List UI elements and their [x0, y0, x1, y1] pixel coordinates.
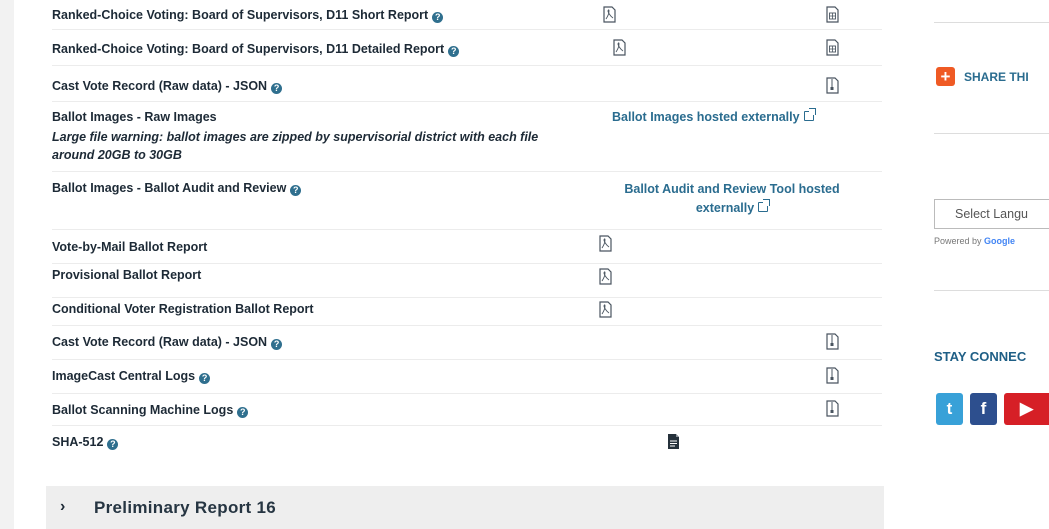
share-label: SHARE THI: [964, 70, 1029, 84]
question-icon[interactable]: ?: [237, 407, 249, 418]
row-label: SHA-512?: [52, 435, 119, 450]
audit-tool-external-link[interactable]: Ballot Audit and Review Tool hosted exte…: [602, 180, 862, 218]
row-label: Cast Vote Record (Raw data) - JSON?: [52, 335, 283, 350]
row-label: Ballot Images - Ballot Audit and Review?: [52, 181, 302, 196]
table-row: Ballot Images - Raw Images Large file wa…: [52, 102, 882, 172]
table-row: Ballot Images - Ballot Audit and Review?…: [52, 172, 882, 230]
zip-icon[interactable]: [826, 77, 839, 94]
row-label: Provisional Ballot Report: [52, 268, 202, 282]
row-label: ImageCast Central Logs?: [52, 369, 211, 384]
table-row: Ranked-Choice Voting: Board of Superviso…: [52, 30, 882, 66]
left-border: [0, 0, 14, 529]
language-select[interactable]: Select Langu: [934, 199, 1049, 229]
powered-by-google: Powered by Google: [934, 236, 1016, 246]
plus-icon: +: [936, 67, 955, 86]
pdf-icon[interactable]: [599, 268, 612, 285]
zip-icon[interactable]: [826, 367, 839, 384]
facebook-icon[interactable]: f: [970, 393, 997, 425]
question-icon[interactable]: ?: [271, 83, 283, 94]
table-row: Vote-by-Mail Ballot Report: [52, 230, 882, 264]
google-logo: Google: [984, 236, 1016, 246]
accordion-title: Preliminary Report 16: [94, 498, 277, 517]
spreadsheet-icon[interactable]: [826, 39, 839, 56]
divider: [934, 133, 1049, 134]
pdf-icon[interactable]: [603, 6, 616, 23]
stay-connected-heading: STAY CONNEC: [934, 349, 1027, 364]
question-icon[interactable]: ?: [448, 46, 460, 57]
zip-icon[interactable]: [826, 333, 839, 350]
pdf-icon[interactable]: [599, 301, 612, 318]
table-row: Ranked-Choice Voting: Board of Superviso…: [52, 0, 882, 30]
external-link-icon: [803, 108, 816, 121]
row-label: Cast Vote Record (Raw data) - JSON?: [52, 79, 283, 94]
table-row: Ballot Scanning Machine Logs?: [52, 394, 882, 426]
row-label: Ranked-Choice Voting: Board of Superviso…: [52, 42, 460, 57]
pdf-icon[interactable]: [599, 235, 612, 252]
table-row: Cast Vote Record (Raw data) - JSON?: [52, 66, 882, 102]
file-size-warning: Large file warning: ballot images are zi…: [52, 130, 539, 162]
external-link-icon: [758, 199, 771, 212]
row-label: Ballot Images - Raw Images: [52, 110, 217, 124]
pdf-icon[interactable]: [613, 39, 626, 56]
divider: [934, 290, 1049, 291]
question-icon[interactable]: ?: [107, 439, 119, 450]
question-icon[interactable]: ?: [432, 12, 444, 23]
table-row: Cast Vote Record (Raw data) - JSON?: [52, 326, 882, 360]
table-row: SHA-512?: [52, 426, 882, 458]
spreadsheet-icon[interactable]: [826, 6, 839, 23]
table-row: Conditional Voter Registration Ballot Re…: [52, 298, 882, 326]
divider: [934, 22, 1049, 23]
question-icon[interactable]: ?: [199, 373, 211, 384]
table-row: Provisional Ballot Report: [52, 264, 882, 298]
question-icon[interactable]: ?: [271, 339, 283, 350]
youtube-icon[interactable]: ▶: [1004, 393, 1049, 425]
preliminary-report-accordion[interactable]: › Preliminary Report 16: [46, 486, 884, 529]
question-icon[interactable]: ?: [290, 185, 302, 196]
row-label: Conditional Voter Registration Ballot Re…: [52, 302, 314, 316]
sidebar: + SHARE THI Select Langu Powered by Goog…: [900, 0, 1049, 529]
file-solid-icon[interactable]: [667, 433, 680, 450]
row-label: Ranked-Choice Voting: Board of Superviso…: [52, 8, 444, 23]
row-label: Ballot Scanning Machine Logs?: [52, 403, 249, 418]
zip-icon[interactable]: [826, 400, 839, 417]
table-row: ImageCast Central Logs?: [52, 360, 882, 394]
ballot-images-external-link[interactable]: Ballot Images hosted externally: [612, 108, 816, 127]
twitter-icon[interactable]: t: [936, 393, 963, 425]
row-label: Vote-by-Mail Ballot Report: [52, 240, 208, 254]
chevron-right-icon: ›: [60, 498, 66, 515]
